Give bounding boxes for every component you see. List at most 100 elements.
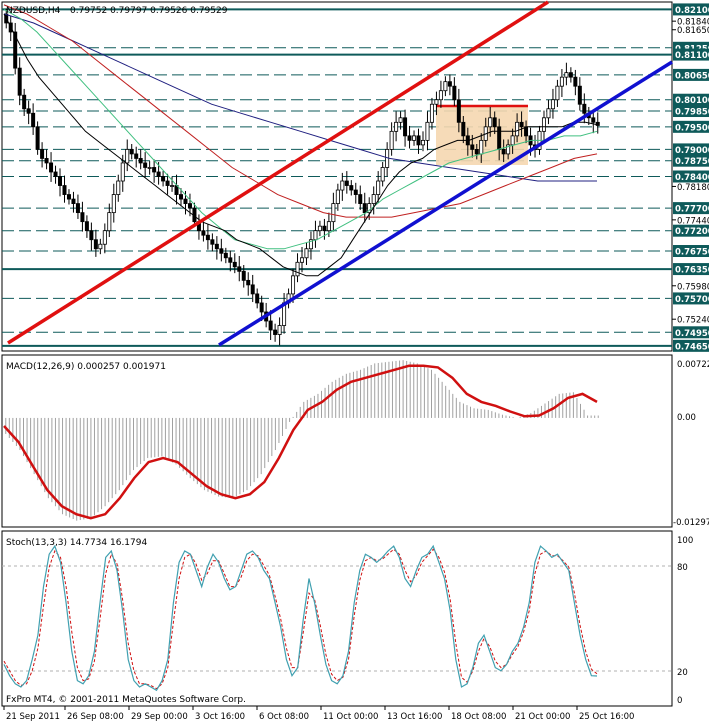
candle-body [219, 248, 224, 254]
macd-panel-frame [1, 354, 673, 528]
candle-body [541, 117, 546, 132]
time-axis: 21 Sep 2011 26 Sep 08:00 29 Sep 00:00 3 Oct… [3, 706, 634, 722]
price-tag-label-15: 0.77200 [675, 227, 709, 237]
time-axis-label-5: 11 Oct 00:00 [323, 712, 378, 722]
candle-body [246, 279, 251, 286]
candle-body [116, 180, 121, 195]
candle-body [62, 185, 67, 195]
candle-body [277, 325, 282, 335]
candle-body [479, 139, 484, 155]
candle-body [349, 185, 354, 191]
candle-body [102, 230, 107, 245]
candle-body [403, 117, 408, 137]
candle-body [304, 248, 309, 259]
candle-body [161, 176, 166, 182]
candle-body [44, 158, 49, 164]
candle-body [488, 117, 493, 128]
candle-body [416, 135, 421, 146]
candle-body [187, 203, 192, 209]
macd-label: MACD(12,26,9) 0.000257 0.001971 [6, 362, 166, 372]
price-tag-label-5: 0.80650 [675, 71, 709, 81]
candle-body [564, 72, 569, 78]
macd-panel[interactable]: MACD(12,26,9) 0.000257 0.001971 0.00722 … [1, 354, 709, 528]
candle-body [452, 85, 457, 101]
price-tag-label-17: 0.76350 [675, 266, 709, 276]
candle-body [111, 194, 116, 214]
time-axis-label-2: 29 Sep 00:00 [131, 712, 188, 722]
time-axis-label-1: 26 Sep 08:00 [67, 712, 124, 722]
candle-body [255, 293, 260, 304]
stoch-axis-80: 80 [677, 563, 688, 573]
candle-body [228, 257, 233, 263]
price-axis: 0.821000.818400.816500.812500.811000.806… [672, 3, 709, 352]
candle-body [510, 135, 515, 146]
candle-body [519, 121, 524, 128]
candle-body [447, 81, 452, 87]
candle-body [394, 121, 399, 132]
candle-body [497, 126, 502, 150]
candle-body [295, 261, 300, 277]
candle-body [26, 108, 31, 114]
price-tag-label-9: 0.79000 [675, 146, 709, 156]
candle-body [22, 94, 27, 110]
stoch-axis-0: 0 [677, 696, 682, 706]
candle-body [322, 225, 327, 232]
chart-canvas: NZDUSD,H4 0.79752 0.79797 0.79526 0.7952… [1, 0, 709, 722]
price-panel[interactable]: NZDUSD,H4 0.79752 0.79797 0.79526 0.7952… [1, 0, 709, 352]
candle-body [201, 230, 206, 236]
price-tag-label-8: 0.79500 [675, 123, 709, 133]
price-tag-label-13: 0.77700 [675, 205, 709, 215]
candle-body [89, 230, 94, 241]
candle-body [241, 270, 246, 281]
candle-body [125, 149, 130, 164]
time-axis-label-7: 18 Oct 08:00 [451, 712, 506, 722]
candle-body [340, 180, 345, 191]
candle-body [434, 99, 439, 105]
candle-body [31, 112, 36, 128]
candle-body [259, 302, 264, 313]
candle-body [577, 85, 582, 105]
ohlc-label: 0.79752 0.79797 0.79526 0.79529 [70, 6, 228, 16]
time-axis-label-4: 6 Oct 08:00 [259, 712, 309, 722]
candle-body [138, 158, 143, 164]
time-axis-label-9: 25 Oct 16:00 [579, 712, 634, 722]
candle-body [515, 121, 520, 137]
candle-body [291, 275, 296, 295]
candle-body [156, 171, 161, 177]
candle-body [268, 320, 273, 331]
candle-body [17, 67, 22, 96]
candle-body [232, 261, 237, 268]
candle-body [75, 203, 80, 214]
price-tag-label-6: 0.80100 [675, 96, 709, 106]
candle-body [389, 130, 394, 150]
candle-body [49, 162, 54, 173]
candle-body [179, 194, 184, 200]
candle-body [71, 198, 76, 204]
candle-body [214, 243, 219, 250]
price-axis-label-18: 0.75980 [677, 282, 709, 292]
candle-body [358, 194, 363, 204]
stochastic-panel[interactable]: Stoch(13,3,3) 14.7734 16.1794 100 80 20 … [1, 530, 693, 707]
macd-axis-top: 0.00722 [677, 360, 709, 370]
candle-body [107, 212, 112, 232]
candle-body [134, 153, 139, 159]
price-axis-label-20: 0.75240 [677, 316, 709, 326]
candle-body [407, 135, 412, 141]
candle-body [474, 149, 479, 155]
price-tag-label-0: 0.82100 [675, 6, 709, 16]
candle-body [550, 99, 555, 110]
macd-axis-zero: 0.00 [677, 413, 696, 423]
candle-body [53, 171, 58, 177]
stoch-axis-100: 100 [677, 536, 693, 546]
candle-body [273, 329, 278, 335]
price-axis-label-12: 0.78180 [677, 183, 709, 193]
chart-window: NZDUSD,H4 0.79752 0.79797 0.79526 0.7952… [0, 0, 709, 723]
candle-body [299, 257, 304, 263]
candle-body [326, 221, 331, 232]
candle-body [582, 103, 587, 114]
price-tag-label-21: 0.74950 [675, 329, 709, 339]
candle-body [129, 149, 134, 155]
price-tag-label-19: 0.75700 [675, 295, 709, 305]
candle-body [98, 243, 103, 250]
candle-body [250, 284, 255, 295]
